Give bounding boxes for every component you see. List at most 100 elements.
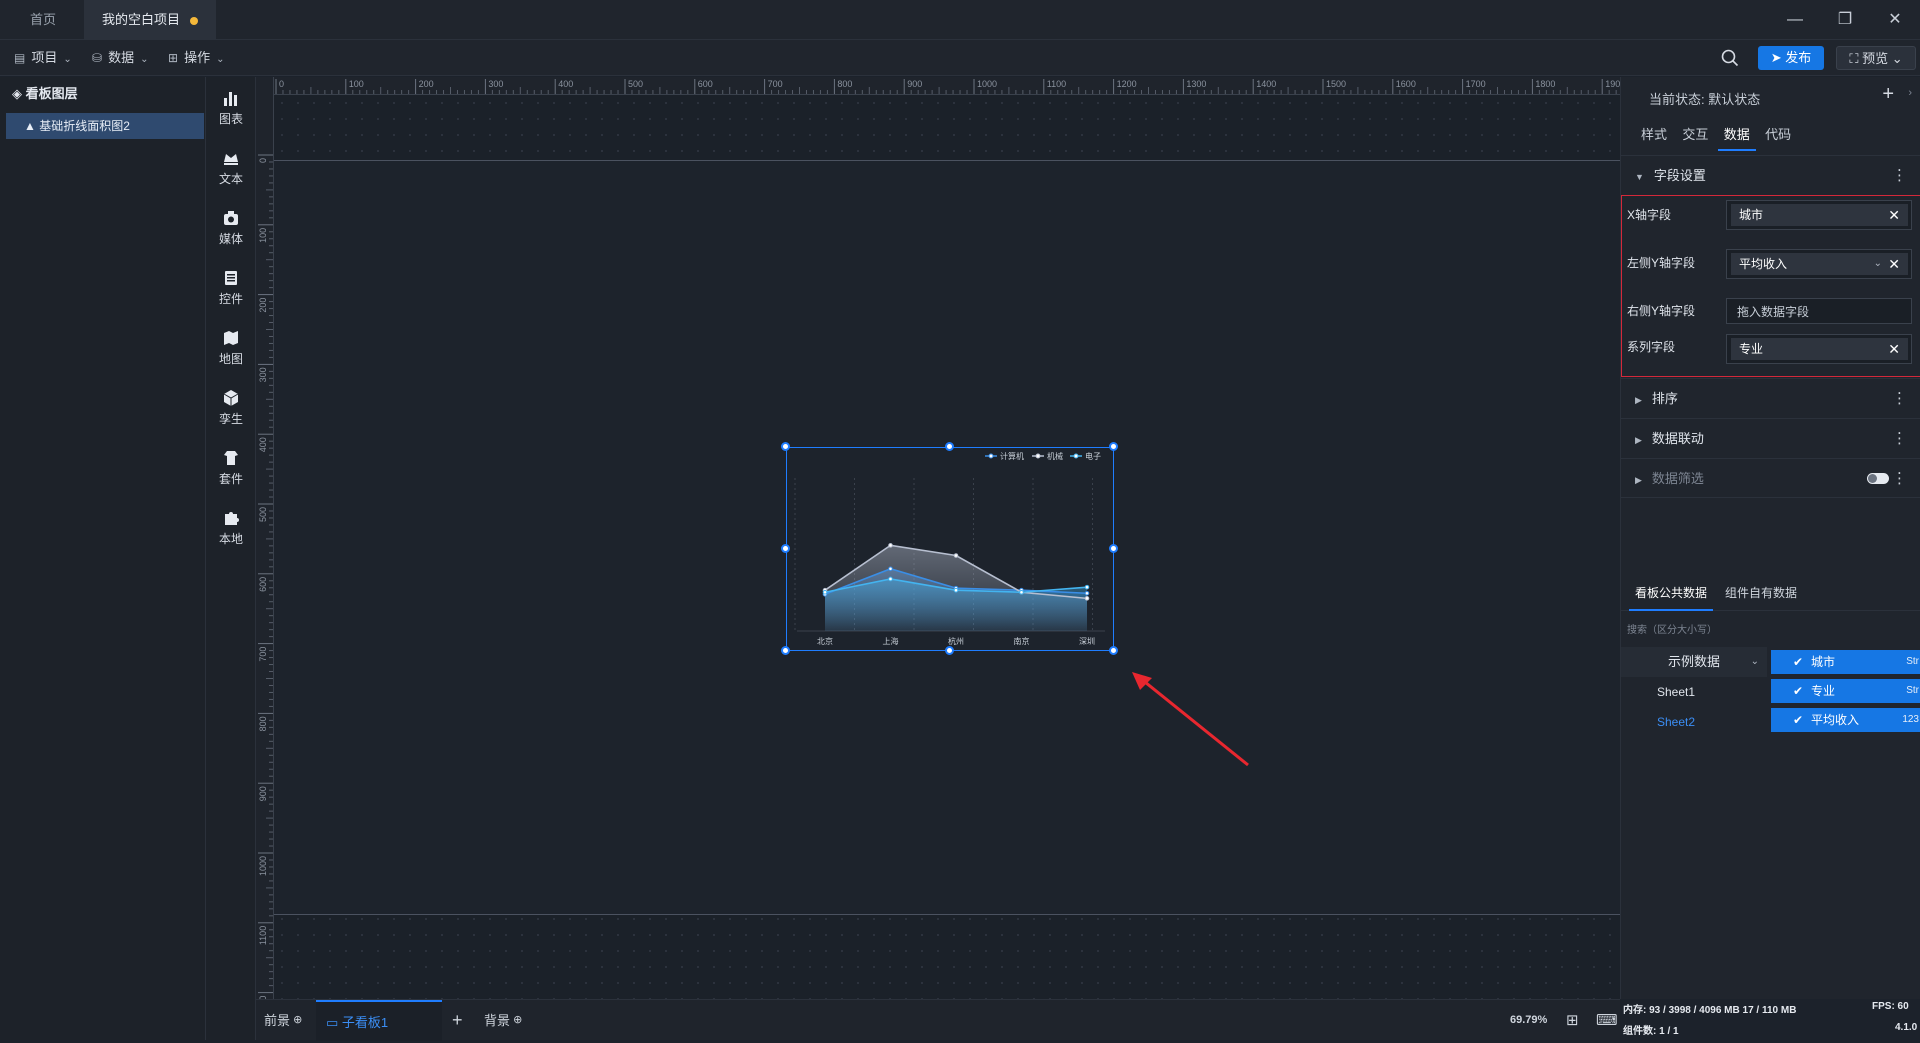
chevron-right-icon[interactable]: › bbox=[1908, 87, 1912, 99]
column-chip-income[interactable]: ✔ 平均收入 123 bbox=[1771, 708, 1920, 732]
menu-data[interactable]: ⛁ 数据 ⌄ bbox=[92, 40, 148, 76]
data-point[interactable] bbox=[1084, 584, 1090, 590]
add-state-button[interactable]: + bbox=[1882, 83, 1894, 106]
section-field-settings[interactable]: ▼ 字段设置 ⋮ bbox=[1621, 155, 1920, 195]
add-board-button[interactable]: + bbox=[452, 1000, 463, 1041]
section-sort[interactable]: ▶ 排序 ⋮ bbox=[1621, 378, 1920, 418]
data-point[interactable] bbox=[888, 576, 893, 582]
legend-label[interactable]: 计算机 bbox=[1000, 451, 1024, 461]
column-chip-city[interactable]: ✔ 城市 Str bbox=[1771, 650, 1920, 674]
resize-handle-s[interactable] bbox=[945, 646, 954, 655]
tab-background[interactable]: 背景 ⊕ bbox=[484, 1000, 522, 1041]
more-icon[interactable]: ⋮ bbox=[1892, 459, 1907, 499]
resize-handle-w[interactable] bbox=[781, 544, 790, 553]
right-y-field-dropzone[interactable]: 拖入数据字段 bbox=[1726, 298, 1912, 324]
resize-handle-e[interactable] bbox=[1109, 544, 1118, 553]
comp-text[interactable]: 文本 bbox=[206, 149, 256, 187]
selected-chart[interactable]: 北京 上海 杭州 南京 深圳 计算机 机械 电子 bbox=[786, 447, 1114, 651]
version-info: 4.1.0 bbox=[1895, 1022, 1918, 1033]
series-field-dropzone[interactable]: 专业 ✕ bbox=[1726, 334, 1912, 364]
ruler-label: 0 bbox=[258, 158, 268, 163]
comp-control[interactable]: 控件 bbox=[206, 269, 256, 307]
data-point[interactable] bbox=[1084, 596, 1090, 601]
ruler-label: 600 bbox=[698, 79, 713, 89]
tab-foreground[interactable]: 前景 ⊕ bbox=[264, 1000, 302, 1041]
layer-item[interactable]: ▲ 基础折线面积图2 bbox=[6, 113, 204, 139]
control-icon bbox=[225, 271, 237, 285]
data-point[interactable] bbox=[888, 543, 893, 548]
tab-home[interactable]: 首页 bbox=[12, 0, 74, 40]
resize-handle-se[interactable] bbox=[1109, 646, 1118, 655]
comp-chart[interactable]: 图表 bbox=[206, 89, 256, 127]
legend-label[interactable]: 机械 bbox=[1047, 451, 1063, 461]
tab-interaction[interactable]: 交互 bbox=[1676, 121, 1714, 149]
data-search-hint[interactable]: 搜索（区分大小写） bbox=[1627, 621, 1717, 636]
section-filter[interactable]: ▶ 数据筛选 ⋮ bbox=[1621, 458, 1920, 498]
caret-down-icon: ▼ bbox=[1635, 172, 1644, 182]
minimize-button[interactable]: — bbox=[1770, 0, 1820, 40]
tab-data[interactable]: 数据 bbox=[1717, 121, 1756, 151]
tab-code[interactable]: 代码 bbox=[1759, 121, 1797, 149]
remove-icon[interactable]: ✕ bbox=[1888, 253, 1900, 275]
tab-own-data[interactable]: 组件自有数据 bbox=[1725, 577, 1797, 609]
series-field-label: 系列字段 bbox=[1627, 340, 1676, 354]
column-chip-major[interactable]: ✔ 专业 Str bbox=[1771, 679, 1920, 703]
ruler-label: 1000 bbox=[977, 79, 997, 89]
comp-map[interactable]: 地图 bbox=[206, 329, 256, 367]
resize-handle-sw[interactable] bbox=[781, 646, 790, 655]
column-name: 平均收入 bbox=[1811, 713, 1860, 727]
more-icon[interactable]: ⋮ bbox=[1892, 419, 1907, 459]
section-linkage[interactable]: ▶ 数据联动 ⋮ bbox=[1621, 418, 1920, 458]
puzzle-icon bbox=[225, 512, 239, 525]
left-y-field-chip[interactable]: 平均收入 ⌄ ✕ bbox=[1731, 253, 1908, 275]
menu-project[interactable]: ▤ 项目 ⌄ bbox=[14, 40, 72, 76]
remove-icon[interactable]: ✕ bbox=[1888, 204, 1900, 226]
more-icon[interactable]: ⋮ bbox=[1892, 156, 1907, 196]
data-point[interactable] bbox=[953, 587, 959, 593]
tab-style[interactable]: 样式 bbox=[1635, 121, 1673, 149]
comp-local[interactable]: 本地 bbox=[206, 509, 256, 547]
comp-kit[interactable]: 套件 bbox=[206, 449, 256, 487]
data-source-select[interactable]: 示例数据 ⌄ bbox=[1621, 647, 1767, 677]
restore-button[interactable]: ❐ bbox=[1820, 0, 1870, 40]
preview-button[interactable]: ⛶ 预览 ⌄ bbox=[1836, 46, 1916, 70]
layers-title-text: 看板图层 bbox=[25, 86, 78, 101]
comp-media[interactable]: 媒体 bbox=[206, 209, 256, 247]
legend-label[interactable]: 电子 bbox=[1085, 451, 1101, 461]
data-point[interactable] bbox=[1084, 590, 1090, 596]
tab-subboard[interactable]: ▭ 子看板1 bbox=[316, 1000, 442, 1041]
property-tabs: 样式 交互 数据 代码 bbox=[1635, 121, 1797, 151]
keyboard-icon[interactable]: ⌨ bbox=[1596, 1000, 1618, 1041]
resize-handle-ne[interactable] bbox=[1109, 442, 1118, 451]
fit-screen-icon[interactable]: ⊞ bbox=[1566, 1000, 1579, 1041]
series-field-chip[interactable]: 专业 ✕ bbox=[1731, 338, 1908, 360]
x-field-chip[interactable]: 城市 ✕ bbox=[1731, 204, 1908, 226]
menu-operate[interactable]: ⊞ 操作 ⌄ bbox=[168, 40, 224, 76]
chevron-down-icon: ⌄ bbox=[63, 54, 72, 65]
tab-project[interactable]: 我的空白项目 bbox=[84, 0, 217, 40]
tab-public-data[interactable]: 看板公共数据 bbox=[1629, 577, 1714, 611]
x-tick-label: 北京 bbox=[817, 636, 833, 646]
data-point[interactable] bbox=[1019, 589, 1024, 595]
filter-toggle[interactable] bbox=[1867, 473, 1889, 484]
left-y-field-dropzone[interactable]: 平均收入 ⌄ ✕ bbox=[1726, 249, 1912, 279]
resize-handle-nw[interactable] bbox=[781, 442, 790, 451]
chevron-down-icon[interactable]: ⌄ bbox=[1874, 253, 1882, 275]
search-icon[interactable] bbox=[1721, 49, 1739, 67]
data-point[interactable] bbox=[822, 589, 828, 595]
add-circle-icon: ⊕ bbox=[510, 1014, 523, 1026]
sheet-item[interactable]: Sheet1 bbox=[1621, 677, 1767, 707]
zoom-level[interactable]: 69.79% bbox=[1510, 1000, 1547, 1041]
remove-icon[interactable]: ✕ bbox=[1888, 338, 1900, 360]
more-icon[interactable]: ⋮ bbox=[1892, 379, 1907, 419]
close-button[interactable]: ✕ bbox=[1870, 0, 1920, 40]
ruler-label: 300 bbox=[488, 79, 503, 89]
x-field-dropzone[interactable]: 城市 ✕ bbox=[1726, 200, 1912, 230]
data-point[interactable] bbox=[953, 553, 959, 558]
state-indicator[interactable]: 当前状态: 默认状态 bbox=[1649, 89, 1760, 108]
comp-twin[interactable]: 孪生 bbox=[206, 389, 256, 427]
resize-handle-n[interactable] bbox=[945, 442, 954, 451]
sheet-item-active[interactable]: Sheet2 bbox=[1621, 707, 1767, 737]
publish-button[interactable]: ➤ 发布 bbox=[1758, 46, 1824, 70]
data-point[interactable] bbox=[888, 566, 893, 572]
